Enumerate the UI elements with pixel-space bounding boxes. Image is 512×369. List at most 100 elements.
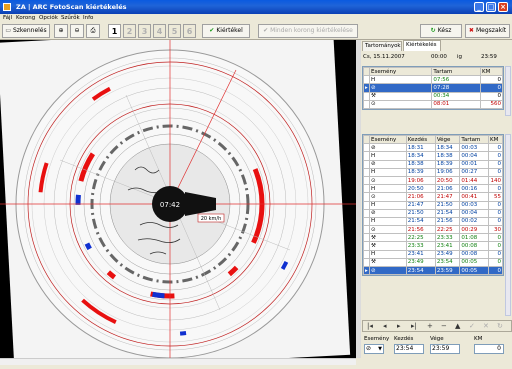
event-row[interactable]: H 23:41 23:49 00:08 0 [363, 249, 503, 259]
disc-tab-4[interactable]: 4 [153, 24, 166, 38]
event-duration: 00:08 [459, 249, 489, 259]
event-row[interactable]: ⚒ 23:33 23:41 00:08 0 [363, 241, 503, 251]
event-duration: 00:01 [459, 159, 489, 169]
summary-row[interactable]: ⊙ 08:01 560 [363, 99, 503, 109]
menu-filters[interactable]: Szűrők [61, 15, 80, 21]
done-button[interactable]: ↻ Kész [420, 24, 462, 38]
event-start: 18:34 [405, 151, 436, 161]
zoom-in-button[interactable]: ⊕ [54, 24, 68, 38]
cancel-record-icon[interactable]: ✕ [483, 322, 489, 330]
event-icon: H [369, 184, 407, 194]
event-row[interactable]: H 18:34 18:38 00:04 0 [363, 151, 503, 161]
scan-view[interactable]: 07:42 20 km/h [0, 40, 356, 358]
event-icon: ⊘ [369, 143, 407, 153]
event-row[interactable]: ⚒ 22:25 23:33 01:08 0 [363, 233, 503, 243]
delete-record-icon[interactable]: − [441, 322, 447, 330]
prev-record-icon[interactable]: ◂ [383, 322, 387, 330]
scan-button[interactable]: ▭ Szkennelés [2, 24, 50, 38]
speed-label: 20 km/h [201, 216, 222, 222]
event-row[interactable]: ⊙ 21:06 21:47 00:41 55 [363, 192, 503, 202]
event-duration: 00:03 [459, 143, 489, 153]
event-km: 0 [488, 184, 503, 194]
summary-row[interactable]: ⚒ 00:34 0 [363, 91, 503, 101]
menu-file[interactable]: Fájl [3, 15, 12, 21]
events-scrollbar[interactable] [505, 134, 511, 316]
disc-tab-2[interactable]: 2 [123, 24, 136, 38]
event-start: 23:49 [405, 257, 436, 268]
event-duration: 00:04 [459, 151, 489, 161]
maximize-button[interactable]: □ [486, 2, 496, 12]
event-icon: ⊘ [369, 159, 407, 169]
event-row-selected[interactable]: ▸ ⊘ 23:54 23:59 00:05 0 [363, 265, 503, 276]
refresh-record-icon[interactable]: ↻ [497, 322, 503, 330]
edit-record-icon[interactable]: ▲ [455, 322, 460, 330]
scan-vertical-scrollbar[interactable] [356, 40, 361, 358]
summary-col-km[interactable]: KM [480, 66, 503, 77]
summary-km: 0 [480, 75, 503, 85]
event-type-select[interactable]: ⊘ ▼ [364, 344, 384, 354]
add-record-icon[interactable]: + [427, 322, 433, 330]
post-record-icon[interactable]: ✓ [469, 322, 475, 330]
menu-disc[interactable]: Korong [16, 15, 35, 21]
print-button[interactable]: ⎙ [86, 24, 100, 38]
event-row[interactable]: ⊘ 21:50 21:54 00:04 0 [363, 208, 503, 218]
summary-scrollbar[interactable] [505, 66, 511, 116]
event-end: 23:59 [434, 265, 461, 276]
menu-options[interactable]: Opciók [39, 15, 58, 21]
event-duration: 00:04 [459, 208, 489, 218]
event-row[interactable]: ⊙ 19:06 20:50 01:44 140 [363, 175, 503, 186]
cancel-button[interactable]: ✖ Megszakít [465, 24, 510, 38]
summary-row[interactable]: H 07:56 0 [363, 75, 503, 85]
event-row[interactable]: H 18:39 19:06 00:27 0 [363, 167, 503, 177]
scan-horizontal-scrollbar[interactable] [0, 358, 356, 365]
event-icon: ⊘ [368, 83, 433, 93]
tab-evaluation[interactable]: Kiértékelés [403, 40, 441, 51]
events-col-end[interactable]: Vége [434, 134, 461, 145]
tab-ranges[interactable]: Tartományok [362, 41, 402, 51]
center-time: 07:42 [160, 201, 180, 209]
time-separator: ig [457, 54, 463, 60]
event-km: 0 [488, 233, 503, 243]
menu-info[interactable]: Info [83, 15, 93, 21]
refresh-icon: ↻ [430, 27, 438, 34]
event-km: 0 [488, 151, 503, 161]
evaluate-all-button[interactable]: ✔ Minden korong kiértékelése [258, 24, 358, 38]
events-col-start[interactable]: Kezdés [405, 134, 436, 145]
event-row[interactable]: ⊘ 18:31 18:34 00:03 0 [363, 143, 503, 153]
zoom-out-button[interactable]: ⊖ [70, 24, 84, 38]
event-km: 30 [488, 225, 503, 235]
event-row[interactable]: H 21:47 21:50 00:03 0 [363, 200, 503, 210]
last-record-icon[interactable]: ▸| [411, 322, 417, 330]
time-to: 23:59 [481, 54, 497, 60]
event-row[interactable]: ⚒ 23:49 23:54 00:05 0 [363, 257, 503, 268]
disc-tab-6[interactable]: 6 [183, 24, 196, 38]
event-row[interactable]: ⊘ 18:38 18:39 00:01 0 [363, 159, 503, 169]
summary-row-selected[interactable]: ▸ ⊘ 07:28 0 [363, 83, 503, 93]
events-col-km[interactable]: KM [488, 134, 503, 145]
evaluate-button[interactable]: ✔ Kiértékel [202, 24, 250, 38]
summary-col-event[interactable]: Esemény [368, 66, 433, 77]
events-col-duration[interactable]: Tartam [459, 134, 489, 145]
first-record-icon[interactable]: |◂ [367, 322, 373, 330]
start-time-field[interactable]: 23:54 [394, 344, 424, 354]
next-record-icon[interactable]: ▸ [397, 322, 401, 330]
event-row[interactable]: H 20:50 21:06 00:16 0 [363, 184, 503, 194]
km-field[interactable]: 0 [474, 344, 504, 354]
disc-tab-1[interactable]: 1 [108, 24, 121, 38]
disc-tab-5[interactable]: 5 [168, 24, 181, 38]
close-button[interactable]: × [498, 2, 508, 12]
summary-col-duration[interactable]: Tartam [431, 66, 481, 77]
events-col-event[interactable]: Esemény [369, 134, 407, 145]
editor-event-label: Esemény [364, 336, 390, 342]
event-end: 21:56 [434, 216, 461, 227]
event-icon: ⊙ [369, 225, 407, 235]
evaluate-label: Kiértékel [216, 27, 243, 34]
event-row[interactable]: ⊙ 21:56 22:25 00:29 30 [363, 225, 503, 235]
end-time-field[interactable]: 23:59 [430, 344, 460, 354]
disc-tab-3[interactable]: 3 [138, 24, 151, 38]
chevron-down-icon[interactable]: ▼ [378, 345, 382, 353]
event-km: 0 [488, 200, 503, 210]
minimize-button[interactable]: _ [474, 2, 484, 12]
event-row[interactable]: H 21:54 21:56 00:02 0 [363, 216, 503, 227]
summary-duration: 07:28 [431, 83, 481, 93]
